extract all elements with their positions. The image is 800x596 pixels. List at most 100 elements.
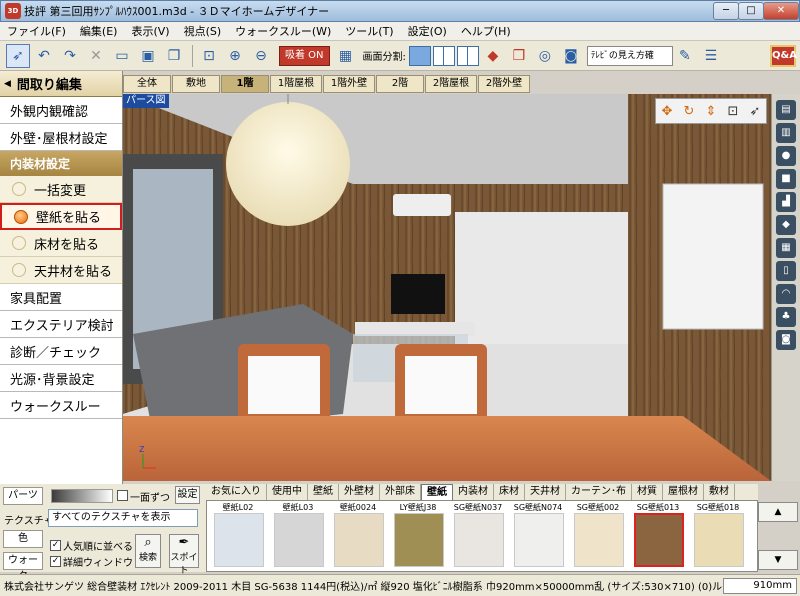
target-icon[interactable]: ◎: [533, 44, 557, 68]
menu-file[interactable]: ファイル(F): [0, 23, 73, 39]
minimize-button[interactable]: ─: [713, 2, 739, 20]
save-icon[interactable]: ▣: [136, 44, 160, 68]
menu-view[interactable]: 表示(V): [124, 23, 176, 39]
paint-bucket-icon[interactable]: ◆: [481, 44, 505, 68]
elevate-icon[interactable]: ⇕: [700, 100, 722, 122]
cat-tab[interactable]: 敷材: [704, 484, 735, 500]
texture-item-selected[interactable]: SG壁紙013: [629, 501, 687, 571]
menu-help[interactable]: ヘルプ(H): [454, 23, 518, 39]
cat-tab[interactable]: 使用中: [267, 484, 308, 500]
scroll-down-button[interactable]: ▼: [758, 550, 798, 570]
fit-view-icon[interactable]: ⊡: [197, 44, 221, 68]
parts-tab[interactable]: パーツ: [3, 487, 43, 505]
tab-floor1-roof[interactable]: 1階屋根: [270, 75, 322, 93]
menu-tools[interactable]: ツール(T): [338, 23, 400, 39]
redo-icon[interactable]: ↷: [58, 44, 82, 68]
split-single-button[interactable]: [408, 45, 431, 66]
delete-icon[interactable]: ✕: [84, 44, 108, 68]
sub-paste-wallpaper[interactable]: 壁紙を貼る: [0, 203, 122, 230]
object-tool-icon[interactable]: ◙: [776, 330, 796, 350]
one-each-checkbox[interactable]: [117, 490, 128, 501]
sphere-tool-icon[interactable]: ●: [776, 146, 796, 166]
column-tool-icon[interactable]: ▥: [776, 123, 796, 143]
scroll-up-button[interactable]: ▲: [758, 502, 798, 522]
menu-edit[interactable]: 編集(E): [73, 23, 125, 39]
stairs-tool-icon[interactable]: ▟: [776, 192, 796, 212]
texture-item[interactable]: LY壁紙J38: [389, 501, 447, 571]
menu-settings[interactable]: 設定(O): [401, 23, 454, 39]
detail-window-checkbox[interactable]: ✓: [50, 556, 61, 567]
diamond-tool-icon[interactable]: ◆: [776, 215, 796, 235]
tab-floor1-exterior[interactable]: 1階外壁: [323, 75, 375, 93]
menu-walkthrough-mode[interactable]: ウォークスルー: [0, 392, 122, 419]
sub-paste-floor[interactable]: 床材を貼る: [0, 230, 122, 257]
split-two-button[interactable]: [432, 45, 455, 66]
search-button[interactable]: ⌕ 検索: [135, 534, 161, 568]
menu-exterior[interactable]: エクステリア検討: [0, 311, 122, 338]
maximize-button[interactable]: □: [738, 2, 764, 20]
walk-tab[interactable]: ウォーク: [3, 552, 43, 582]
arc-tool-icon[interactable]: ◠: [776, 284, 796, 304]
texture-item[interactable]: SG壁紙018: [689, 501, 747, 571]
select-pointer-icon[interactable]: ➶: [744, 100, 766, 122]
material-mode-slider[interactable]: [51, 489, 113, 503]
new-file-icon[interactable]: ▭: [110, 44, 134, 68]
menu-furniture[interactable]: 家具配置: [0, 284, 122, 311]
attach-toggle-button[interactable]: 吸着 ON: [279, 45, 330, 66]
tab-floor1[interactable]: 1階: [221, 75, 269, 93]
zoom-frame-icon[interactable]: ⊡: [722, 100, 744, 122]
color-tab[interactable]: 色: [3, 530, 43, 548]
popular-sort-row[interactable]: ✓ 人気順に並べる: [50, 538, 133, 553]
menu-diagnosis[interactable]: 診断／チェック: [0, 338, 122, 365]
plant-tool-icon[interactable]: ♣: [776, 307, 796, 327]
cat-tab[interactable]: 内装材: [453, 484, 494, 500]
texture-item[interactable]: SG壁紙N037: [449, 501, 507, 571]
camera-icon[interactable]: ◙: [559, 44, 583, 68]
cat-tab[interactable]: お気に入り: [206, 484, 267, 500]
close-button[interactable]: ✕: [763, 2, 799, 20]
tab-floor2[interactable]: 2階: [376, 75, 424, 93]
cat-tab[interactable]: 材質: [632, 484, 663, 500]
zoom-in-icon[interactable]: ⊕: [223, 44, 247, 68]
tab-all[interactable]: 全体: [123, 75, 171, 93]
ruler-icon[interactable]: ✎: [673, 44, 697, 68]
box-tool-icon[interactable]: ■: [776, 169, 796, 189]
cat-tab[interactable]: 壁紙: [308, 484, 339, 500]
cat-tab-wallpaper[interactable]: 壁紙: [421, 484, 453, 500]
texture-item[interactable]: SG壁紙002: [569, 501, 627, 571]
settings-button[interactable]: 設定: [175, 486, 200, 504]
sub-paste-ceiling[interactable]: 天井材を貼る: [0, 257, 122, 284]
section-interior-material[interactable]: 内装材設定: [0, 151, 122, 176]
cat-tab[interactable]: 外部床: [380, 484, 421, 500]
zoom-out-icon[interactable]: ⊖: [249, 44, 273, 68]
popular-sort-checkbox[interactable]: ✓: [50, 540, 61, 551]
tab-site[interactable]: 敷地: [172, 75, 220, 93]
window-tool-icon[interactable]: ▦: [776, 238, 796, 258]
cat-tab[interactable]: 屋根材: [663, 484, 704, 500]
rotate-icon[interactable]: ↻: [678, 100, 700, 122]
cat-tab[interactable]: カーテン･布: [566, 484, 632, 500]
box-icon[interactable]: ❒: [507, 44, 531, 68]
eyedropper-button[interactable]: ✒ スポイト: [169, 534, 199, 576]
menu-viewpoint[interactable]: 視点(S): [177, 23, 229, 39]
perspective-viewport[interactable]: Z パース図 ✥ ↻ ⇕ ⊡ ➶: [123, 94, 771, 481]
sub-bulk-change[interactable]: 一括変更: [0, 176, 122, 203]
menu-light-background[interactable]: 光源･背景設定: [0, 365, 122, 392]
pointer-icon[interactable]: ➶: [6, 43, 30, 68]
detail-window-row[interactable]: ✓ 詳細ウィンドウ: [50, 554, 133, 569]
cat-tab[interactable]: 天井材: [525, 484, 566, 500]
texture-item[interactable]: 壁紙0024: [329, 501, 387, 571]
tv-view-dropdown[interactable]: ﾃﾚﾋﾞの見え方確: [586, 45, 673, 66]
one-each-checkbox-row[interactable]: 一面ずつ: [117, 489, 170, 504]
split-four-button[interactable]: [456, 45, 479, 66]
menu-exterior-roof-material[interactable]: 外壁･屋根材設定: [0, 124, 122, 151]
texture-item[interactable]: 壁紙L03: [269, 501, 327, 571]
menu-exterior-interior-check[interactable]: 外観内観確認: [0, 97, 122, 124]
qa-button[interactable]: Q&A: [770, 44, 797, 67]
texture-item[interactable]: 壁紙L02: [209, 501, 267, 571]
cat-tab[interactable]: 床材: [494, 484, 525, 500]
texture-item[interactable]: SG壁紙N074: [509, 501, 567, 571]
grid-icon[interactable]: ▦: [334, 44, 358, 68]
wall-tool-icon[interactable]: ▤: [776, 100, 796, 120]
tab-floor2-exterior[interactable]: 2階外壁: [478, 75, 530, 93]
